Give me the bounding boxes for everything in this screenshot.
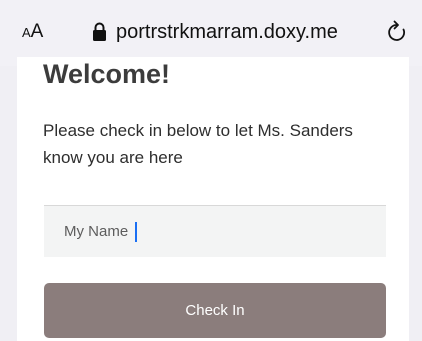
page-title: Welcome! — [43, 59, 171, 89]
reload-icon[interactable] — [386, 20, 408, 44]
check-in-button[interactable]: Check In — [44, 283, 386, 338]
lock-icon — [93, 22, 106, 41]
url-text: portrstrkmarram.doxy.me — [116, 20, 338, 43]
text-size-small-a: A — [22, 25, 31, 40]
name-input[interactable] — [44, 206, 386, 257]
checkin-instructions: Please check in below to let Ms. Sanders… — [43, 121, 353, 167]
name-field[interactable] — [44, 205, 386, 257]
checkin-card: Welcome! Please check in below to let Ms… — [17, 57, 409, 341]
url-field[interactable]: portrstrkmarram.doxy.me — [92, 18, 338, 46]
text-cursor — [135, 222, 137, 242]
text-size-button[interactable]: AA — [22, 21, 43, 43]
